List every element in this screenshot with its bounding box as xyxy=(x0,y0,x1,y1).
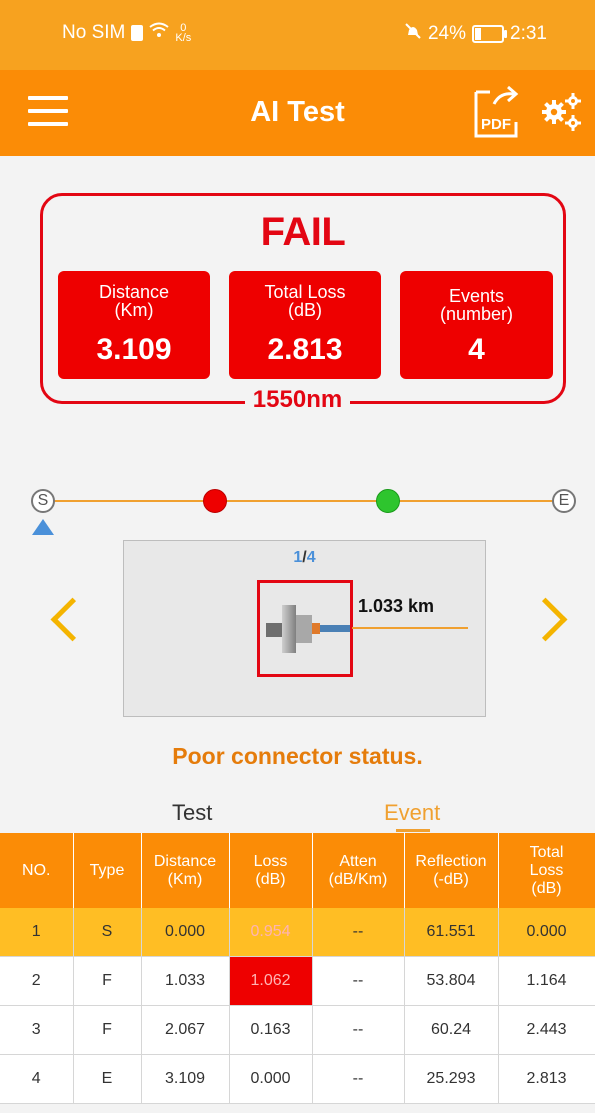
table-row[interactable]: 2 F 1.033 1.062 -- 53.804 1.164 xyxy=(0,956,595,1006)
distance-label: Distance (Km) xyxy=(98,282,170,320)
cell-distance: 2.067 xyxy=(141,1005,230,1055)
battery-icon xyxy=(472,25,508,43)
status-left: No SIM 0 K/s xyxy=(62,22,191,44)
cell-reflection: 60.24 xyxy=(404,1005,499,1055)
end-node[interactable]: E xyxy=(552,489,576,513)
col-loss: Loss (dB) xyxy=(229,833,313,908)
event-track-line xyxy=(38,500,574,502)
total-loss-label: Total Loss (dB) xyxy=(264,282,346,320)
cell-no: 1 xyxy=(0,908,74,957)
tab-event[interactable]: Event xyxy=(384,800,440,826)
cell-no: 4 xyxy=(0,1054,74,1104)
event-status-message: Poor connector status. xyxy=(172,743,423,769)
cell-distance: 3.109 xyxy=(141,1054,230,1104)
sim-alert-icon xyxy=(131,25,144,41)
col-total-loss: Total Loss (dB) xyxy=(498,833,595,908)
cell-atten: -- xyxy=(312,1054,405,1104)
position-marker-icon xyxy=(32,519,54,535)
cell-reflection: 53.804 xyxy=(404,956,499,1006)
net-speed: 0 K/s xyxy=(175,22,192,44)
table-row[interactable]: 4 E 3.109 0.000 -- 25.293 2.813 xyxy=(0,1054,595,1104)
cell-loss: 0.000 xyxy=(229,1054,313,1104)
distance-card: Distance (Km) 3.109 xyxy=(58,271,210,379)
event-viewer: 1/4 1.033 km xyxy=(123,540,486,717)
start-node[interactable]: S xyxy=(31,489,55,513)
cell-total-loss: 2.813 xyxy=(498,1054,595,1104)
col-distance: Distance (Km) xyxy=(141,833,230,908)
cell-no: 2 xyxy=(0,956,74,1006)
cell-reflection: 25.293 xyxy=(404,1054,499,1104)
cell-type: F xyxy=(73,1005,142,1055)
wavelength-label: 1550nm xyxy=(244,386,351,413)
cell-distance: 1.033 xyxy=(141,956,230,1006)
distance-value: 3.109 xyxy=(96,333,172,366)
carrier-text: No SIM xyxy=(62,22,126,43)
cell-type: E xyxy=(73,1054,142,1104)
cell-loss: 0.954 xyxy=(229,908,313,957)
status-bar: No SIM 0 K/s 24% 2:31 xyxy=(0,0,595,70)
tab-indicator xyxy=(396,829,430,832)
status-right: 24% 2:31 xyxy=(404,22,547,46)
table-header: NO. Type Distance (Km) Loss (dB) Atten (… xyxy=(0,833,595,908)
settings-gear-icon[interactable] xyxy=(540,90,584,134)
cell-atten: -- xyxy=(312,956,405,1006)
col-atten: Atten (dB/Km) xyxy=(312,833,405,908)
col-type: Type xyxy=(73,833,142,908)
cell-total-loss: 0.000 xyxy=(498,908,595,957)
total-loss-value: 2.813 xyxy=(267,333,343,366)
event-dot-pass[interactable] xyxy=(376,489,400,513)
cell-loss: 0.163 xyxy=(229,1005,313,1055)
event-distance: 1.033 km xyxy=(358,596,435,616)
cell-distance: 0.000 xyxy=(141,908,230,957)
cell-reflection: 61.551 xyxy=(404,908,499,957)
cell-type: F xyxy=(73,956,142,1006)
connector-image xyxy=(257,580,353,677)
col-reflection: Reflection (-dB) xyxy=(404,833,499,908)
clock: 2:31 xyxy=(510,23,547,44)
event-pager: 1/4 xyxy=(293,549,316,566)
cell-total-loss: 2.443 xyxy=(498,1005,595,1055)
event-dot-fail[interactable] xyxy=(203,489,227,513)
wifi-icon xyxy=(149,22,169,44)
tab-test[interactable]: Test xyxy=(172,800,212,826)
result-status: FAIL xyxy=(260,210,346,254)
result-summary: FAIL Distance (Km) 3.109 Total Loss (dB)… xyxy=(40,193,566,404)
next-event-chevron-icon[interactable] xyxy=(523,597,568,642)
events-value: 4 xyxy=(468,333,485,366)
table-row[interactable]: 1 S 0.000 0.954 -- 61.551 0.000 xyxy=(0,908,595,957)
events-label: Events (number) xyxy=(439,286,514,324)
cell-no: 3 xyxy=(0,1005,74,1055)
event-table: NO. Type Distance (Km) Loss (dB) Atten (… xyxy=(0,833,595,1104)
battery-percent: 24% xyxy=(427,23,467,44)
mute-icon xyxy=(404,22,422,46)
pdf-label: PDF xyxy=(481,116,511,133)
table-row[interactable]: 3 F 2.067 0.163 -- 60.24 2.443 xyxy=(0,1005,595,1055)
app-bar: AI Test PDF xyxy=(0,70,595,156)
wavelength: 1550nm xyxy=(0,386,595,414)
pdf-export-icon[interactable]: PDF xyxy=(470,82,524,140)
prev-event-chevron-icon[interactable] xyxy=(50,597,95,642)
events-card: Events (number) 4 xyxy=(400,271,553,379)
fiber-line xyxy=(352,627,468,629)
cell-total-loss: 1.164 xyxy=(498,956,595,1006)
cell-atten: -- xyxy=(312,1005,405,1055)
cell-atten: -- xyxy=(312,908,405,957)
cell-type: S xyxy=(73,908,142,957)
total-loss-card: Total Loss (dB) 2.813 xyxy=(229,271,381,379)
cell-loss: 1.062 xyxy=(229,956,313,1006)
col-no: NO. xyxy=(0,833,74,908)
